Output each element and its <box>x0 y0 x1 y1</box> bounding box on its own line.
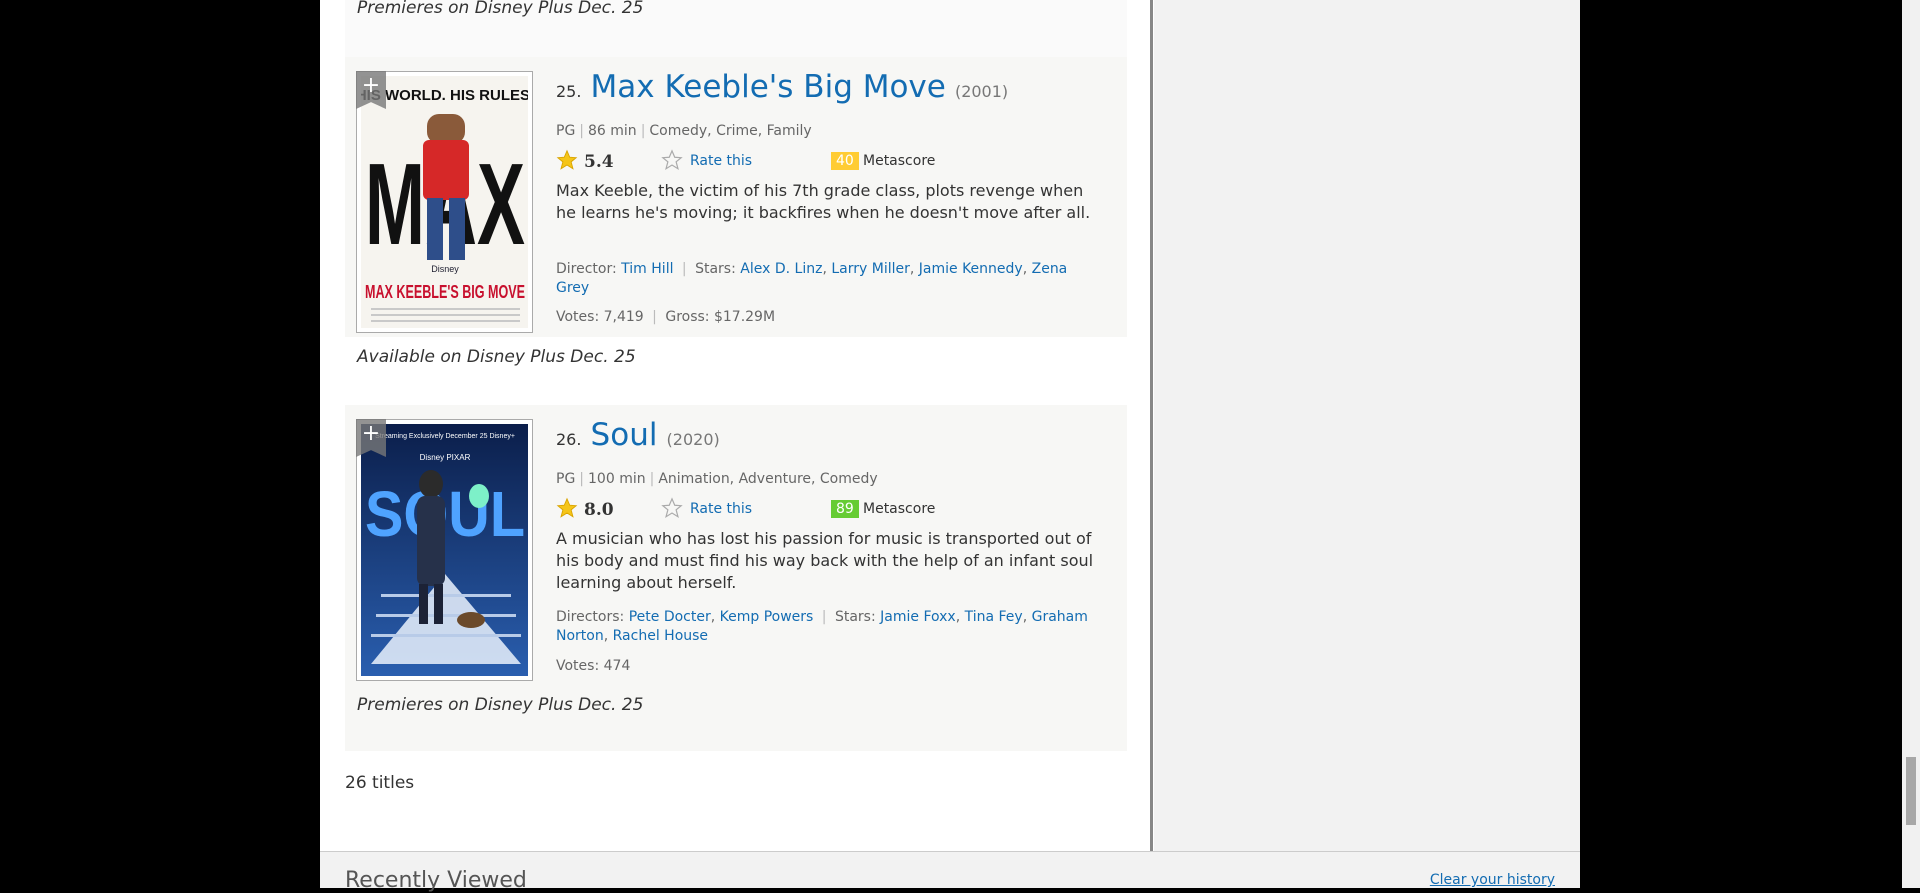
certificate: PG <box>556 471 576 487</box>
item-credits: Directors: Pete Docter, Kemp Powers | St… <box>556 609 1088 644</box>
item-index: 26. <box>556 430 582 449</box>
vertical-scrollbar[interactable] <box>1902 0 1920 888</box>
star-link[interactable]: Tina Fey <box>965 609 1023 625</box>
poster-tagline: Streaming Exclusively December 25 Disney… <box>375 433 515 440</box>
genres: Animation, Adventure, Comedy <box>658 471 878 487</box>
genres: Comedy, Crime, Family <box>649 123 812 139</box>
votes-value: 7,419 <box>603 309 644 325</box>
director-label: Director: <box>556 261 617 277</box>
star-icon <box>556 497 578 518</box>
item-description: A musician who has lost his passion for … <box>556 529 1094 592</box>
item-votes: Votes: 474 <box>556 658 630 674</box>
item-description: Max Keeble, the victim of his 7th grade … <box>556 181 1091 222</box>
item-meta: PG | 100 min | Animation, Adventure, Comedy <box>556 471 878 487</box>
rate-star-icon[interactable] <box>661 149 683 171</box>
list-item-previous: Premieres on Disney Plus Dec. 25 <box>345 0 1127 57</box>
director-label: Directors: <box>556 609 625 625</box>
poster-tagline: HIS WORLD. HIS RULES. <box>361 87 528 104</box>
gross-label: Gross: <box>665 309 710 325</box>
poster-studio: Disney PIXAR <box>420 453 471 462</box>
star-link[interactable]: Alex D. Linz <box>740 261 822 277</box>
rate-this-link[interactable]: Rate this <box>690 501 752 517</box>
votes-label: Votes: <box>556 658 600 674</box>
metascore-badge: 40 <box>831 152 859 170</box>
star-link[interactable]: Rachel House <box>613 628 708 644</box>
item-title-link[interactable]: Max Keeble's Big Move <box>591 69 946 105</box>
availability-note: Premieres on Disney Plus Dec. 25 <box>357 0 644 18</box>
recently-viewed-title: Recently Viewed <box>345 868 527 893</box>
gross-value: $17.29M <box>713 309 776 325</box>
clear-history-link[interactable]: Clear your history <box>1430 872 1555 888</box>
item-year: (2020) <box>666 430 720 449</box>
recently-viewed-section: Recently Viewed Clear your history <box>320 851 1580 893</box>
availability-note: Premieres on Disney Plus Dec. 25 <box>357 695 644 715</box>
item-index: 25. <box>556 82 582 101</box>
poster-image: HIS WORLD. HIS RULES. MAX Disney MAX KEE… <box>361 76 528 328</box>
votes-label: Votes: <box>556 309 600 325</box>
rate-this-link[interactable]: Rate this <box>690 153 752 169</box>
poster-soul[interactable]: Streaming Exclusively December 25 Disney… <box>356 419 533 681</box>
director-link[interactable]: Tim Hill <box>621 261 673 277</box>
item-credits: Director: Tim Hill | Stars: Alex D. Linz… <box>556 261 1068 296</box>
total-titles: 26 titles <box>345 773 415 793</box>
poster-studio: Disney <box>431 264 459 274</box>
star-link[interactable]: Larry Miller <box>831 261 910 277</box>
certificate: PG <box>556 123 576 139</box>
metascore-label: Metascore <box>863 153 936 169</box>
list-item: HIS WORLD. HIS RULES. MAX Disney MAX KEE… <box>345 57 1127 367</box>
stars-label: Stars: <box>695 261 736 277</box>
runtime: 100 min <box>588 471 646 487</box>
item-meta: PG | 86 min | Comedy, Crime, Family <box>556 123 812 139</box>
item-year: (2001) <box>954 82 1009 101</box>
item-title-link[interactable]: Soul <box>591 417 658 453</box>
imdb-rating: 8.0 <box>584 500 614 520</box>
star-link[interactable]: Jamie Kennedy <box>919 261 1023 277</box>
poster-title-text: MAX KEEBLE'S BIG MOVE <box>365 282 525 302</box>
page: Premieres on Disney Plus Dec. 25 HIS WOR… <box>320 0 1580 893</box>
stars-label: Stars: <box>834 609 876 625</box>
star-link[interactable]: Jamie Foxx <box>880 609 956 625</box>
votes-value: 474 <box>603 658 631 674</box>
director-link[interactable]: Pete Docter <box>629 609 711 625</box>
director-link[interactable]: Kemp Powers <box>720 609 814 625</box>
item-votes: Votes: 7,419 | Gross: $17.29M <box>556 309 776 325</box>
main-list: Premieres on Disney Plus Dec. 25 HIS WOR… <box>320 0 1153 851</box>
right-sidebar <box>1154 0 1580 851</box>
poster-image: Streaming Exclusively December 25 Disney… <box>361 424 528 676</box>
star-icon <box>556 149 578 170</box>
metascore-label: Metascore <box>863 501 936 517</box>
list-item: Streaming Exclusively December 25 Disney… <box>345 405 1127 751</box>
poster-max-keeble[interactable]: HIS WORLD. HIS RULES. MAX Disney MAX KEE… <box>356 71 533 333</box>
metascore-badge: 89 <box>831 500 859 518</box>
item-header: 26. Soul (2020) <box>556 417 720 453</box>
runtime: 86 min <box>588 123 637 139</box>
scrollbar-thumb[interactable] <box>1906 757 1916 825</box>
rate-star-icon[interactable] <box>661 497 683 519</box>
availability-note: Available on Disney Plus Dec. 25 <box>357 347 636 367</box>
item-header: 25. Max Keeble's Big Move (2001) <box>556 69 1008 105</box>
imdb-rating: 5.4 <box>584 152 614 172</box>
